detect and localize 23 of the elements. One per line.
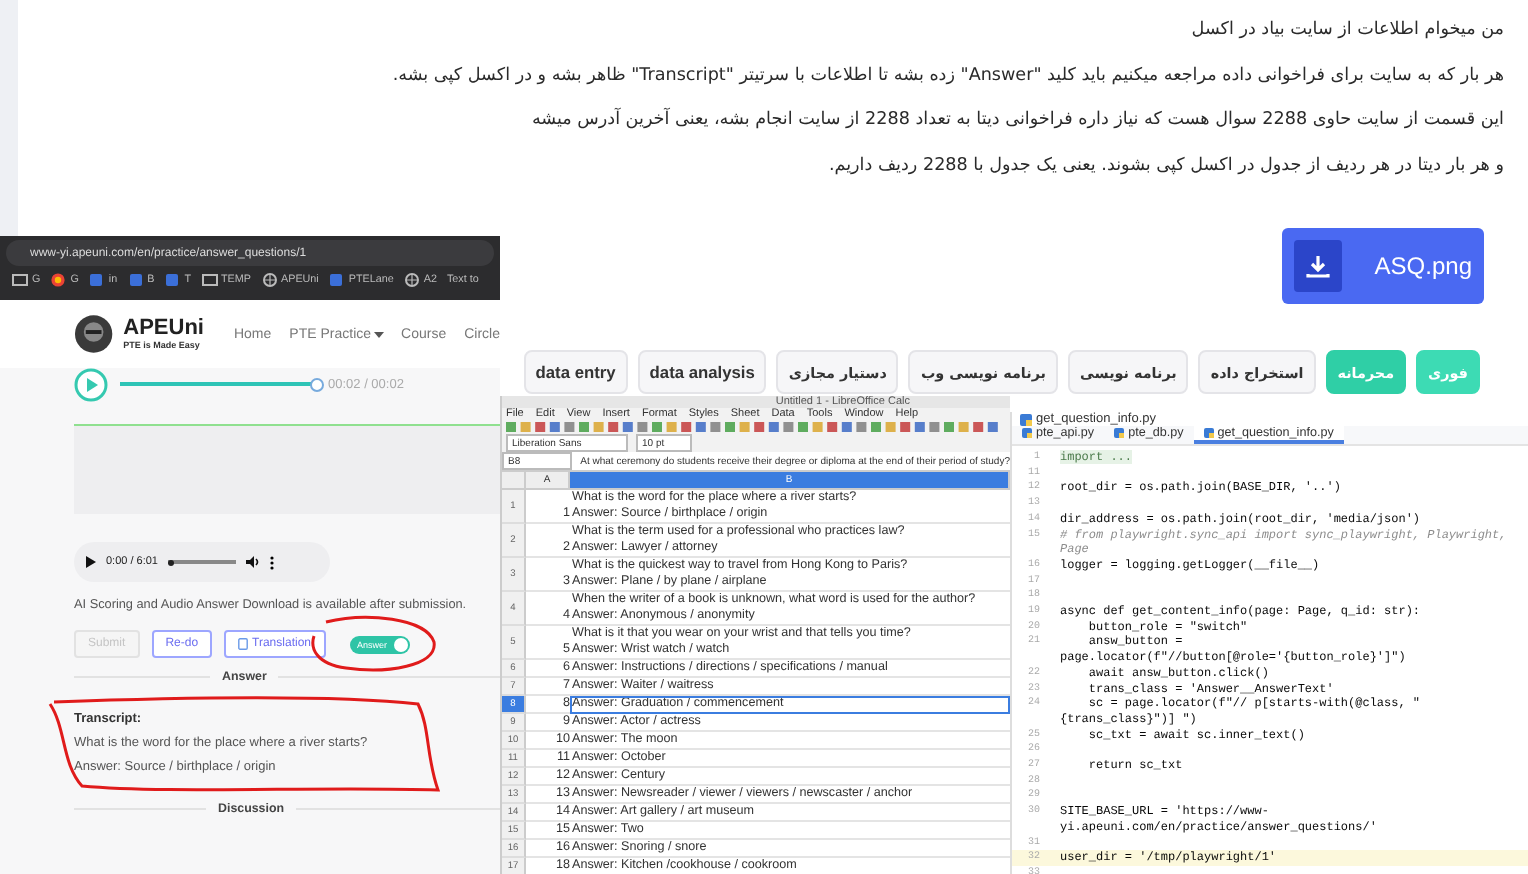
square-icon [88, 272, 105, 288]
post-paragraph: هر بار که به سایت برای فراخوانی داده مراجعه میکنیم باید کلید "Answer" زده بشه تا اطلاعات با سرتیتر "Transcript" ظاهر بشه و در اکسل کپی بشه. [390, 63, 1504, 89]
globe-icon [261, 272, 277, 288]
tag[interactable]: data entry [523, 350, 628, 394]
post-paragraph: من میخوام اطلاعات از سایت بیاد در اکسل [1189, 18, 1504, 44]
progress-thumb[interactable] [310, 378, 324, 392]
document-icon [238, 638, 249, 650]
globe-icon [403, 272, 420, 288]
post-paragraph: و هر بار دیتا در هر ردیف از جدول در اکسل کپی بشوند. یعنی یک جدول با 2288 ردیف داریم. [826, 153, 1504, 179]
audio-thumb[interactable] [168, 559, 174, 565]
play-icon[interactable] [86, 556, 96, 568]
volume-icon[interactable] [246, 556, 260, 568]
square-icon [164, 272, 181, 288]
tag[interactable]: data analysis [637, 350, 767, 394]
download-icon [1294, 240, 1343, 292]
square-icon [127, 272, 144, 288]
post-paragraph: این قسمت از سایت حاوی 2288 سوال هست که نیاز داره فراخوانی دیتا به تعداد 2288 از سایت انجام بشه، یعنی آخرین آدرس میشه [529, 105, 1504, 134]
folder-icon [12, 272, 28, 288]
logo-text: APEUni [123, 318, 204, 340]
download-button[interactable]: ASQ.png [1282, 228, 1484, 304]
folder-icon [201, 272, 218, 288]
square-icon [328, 272, 345, 288]
caret-icon [373, 331, 384, 337]
